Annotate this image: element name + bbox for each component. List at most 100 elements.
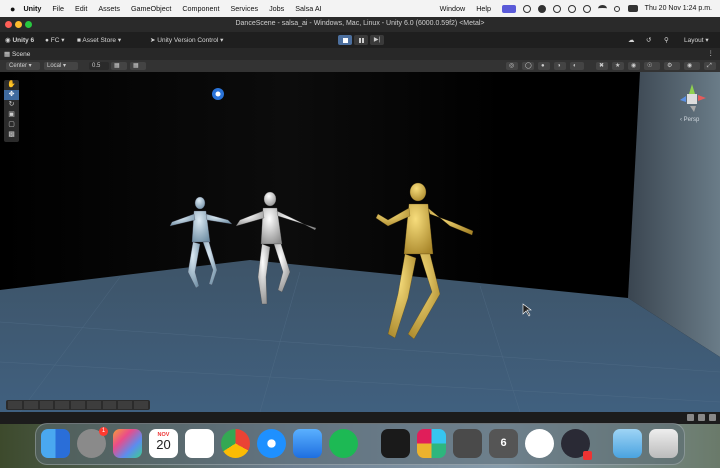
history-icon[interactable]: ↺	[646, 36, 651, 44]
hidden-objects-icon[interactable]: ◉	[628, 62, 640, 70]
overlay-tool-1-icon[interactable]	[8, 401, 22, 409]
rect-tool-icon[interactable]: ▢	[4, 120, 19, 130]
dock-slack-icon[interactable]	[417, 429, 446, 458]
dock-spotify-icon[interactable]	[329, 429, 358, 458]
scene-viewport[interactable]: ✋ ✥ ↻ ▣ ▢ ▩ ‹ Persp	[0, 72, 720, 412]
tab-scene[interactable]: ▦ Scene	[4, 50, 30, 58]
unity-main-toolbar: ◉ Unity 6 ● FC ▾ ■ Asset Store ▾ ➤ Unity…	[0, 32, 720, 48]
tab-menu-icon[interactable]: ⋮	[708, 49, 715, 57]
snap-value-field[interactable]: 0.5	[89, 62, 109, 70]
overlay-tool-7-icon[interactable]	[102, 401, 117, 409]
screen-share-icon[interactable]	[501, 4, 516, 13]
dock-obs-icon[interactable]	[561, 429, 592, 460]
overlay-tool-2-icon[interactable]	[23, 401, 38, 409]
scene-camera-icon[interactable]: ☉	[644, 62, 660, 70]
status-icon-1[interactable]	[687, 414, 694, 421]
toggle-2d-icon[interactable]: ◐	[570, 62, 584, 70]
user-account-dropdown[interactable]: ● FC ▾	[45, 36, 65, 44]
menu-help[interactable]: Help	[476, 4, 491, 13]
dock-system-settings-icon[interactable]: 1	[77, 427, 108, 458]
control-center-icon[interactable]	[627, 5, 638, 12]
search-icon[interactable]: ⚲	[664, 36, 669, 44]
rotate-tool-icon[interactable]: ↻	[4, 100, 19, 110]
menu-edit[interactable]: Edit	[75, 4, 87, 13]
record-icon[interactable]	[522, 4, 531, 13]
menubar-clock[interactable]: Thu 20 Nov 1:24 p.m.	[645, 5, 712, 12]
menu-salsa-ai[interactable]: Salsa AI	[295, 4, 321, 13]
dock-finder-icon[interactable]	[41, 429, 70, 458]
menu-file[interactable]: File	[52, 4, 64, 13]
apple-icon[interactable]: ●	[10, 4, 15, 14]
dock-chatgpt-icon[interactable]	[525, 429, 554, 458]
dock-mail-icon[interactable]	[293, 429, 322, 458]
dock-launchpad-icon[interactable]	[113, 429, 142, 458]
scale-tool-icon[interactable]: ▣	[4, 110, 19, 120]
search-icon[interactable]	[613, 5, 621, 13]
overlay-tool-5-icon[interactable]	[71, 401, 85, 409]
window-title: DanceScene - salsa_ai - Windows, Mac, Li…	[235, 20, 485, 27]
orientation-gizmo[interactable]	[672, 82, 712, 122]
pivot-mode-dropdown[interactable]: Center ▾	[6, 62, 40, 70]
draw-mode-icon[interactable]: ◎	[506, 62, 518, 70]
macos-menu-bar: ● Unity File Edit Assets GameObject Comp…	[0, 0, 720, 17]
dock-downloads-folder-icon[interactable]	[613, 429, 642, 458]
gizmos-dropdown[interactable]: ⚙	[664, 62, 680, 70]
menu-assets[interactable]: Assets	[98, 4, 120, 13]
user-icon: ●	[45, 37, 49, 44]
effects-toggle-icon[interactable]: ★	[612, 62, 624, 70]
move-tool-icon[interactable]: ✥	[4, 90, 19, 100]
dock-safari-icon[interactable]	[257, 429, 286, 458]
layout-dropdown[interactable]: Layout ▾	[684, 36, 709, 44]
dock-unity-6-icon[interactable]: 6	[489, 429, 518, 458]
dock-chrome-icon[interactable]	[221, 429, 250, 458]
lighting-toggle-icon[interactable]: ◑	[554, 62, 566, 70]
version-control-dropdown[interactable]: ➤ Unity Version Control ▾	[150, 36, 223, 44]
overlay-tool-8-icon[interactable]	[118, 401, 133, 409]
dock-trash-icon[interactable]	[649, 429, 678, 458]
menu-jobs[interactable]: Jobs	[269, 4, 284, 13]
window-title-bar: DanceScene - salsa_ai - Windows, Mac, Li…	[0, 17, 720, 32]
grid-snap-toggle[interactable]: ▦	[111, 62, 127, 70]
play-circle-icon[interactable]	[567, 4, 576, 13]
scene-overlay-toolbar	[6, 400, 150, 410]
play-button[interactable]	[338, 35, 352, 45]
render-mode-icon[interactable]: ◯	[522, 62, 534, 70]
menu-services[interactable]: Services	[231, 4, 259, 13]
menu-app-unity[interactable]: Unity	[23, 4, 41, 13]
dock-tab-bar: ▦ Scene ⋮	[0, 48, 720, 60]
dock-calendar-icon[interactable]: NOV 20	[149, 429, 178, 458]
pause-button[interactable]	[354, 35, 368, 45]
status-icon-3[interactable]	[709, 414, 716, 421]
overlay-tool-4-icon[interactable]	[55, 401, 70, 409]
dock-cursor-ai-icon[interactable]	[381, 429, 410, 458]
accessibility-icon[interactable]	[552, 4, 561, 13]
space-mode-dropdown[interactable]: Local ▾	[44, 62, 78, 70]
overlay-tool-6-icon[interactable]	[86, 401, 101, 409]
axis-gizmo-icon	[680, 84, 706, 112]
clock-icon[interactable]	[582, 4, 591, 13]
asset-store-dropdown[interactable]: ■ Asset Store ▾	[77, 36, 121, 44]
light-gizmo-core	[215, 91, 221, 97]
overlay-tool-9-icon[interactable]	[134, 401, 149, 409]
unity-account-button[interactable]: ◉ Unity 6	[5, 36, 34, 44]
projection-label[interactable]: ‹ Persp	[680, 117, 699, 123]
menu-window[interactable]: Window	[440, 4, 466, 13]
menu-gameobject[interactable]: GameObject	[131, 4, 171, 13]
wifi-icon[interactable]	[597, 5, 607, 12]
audio-toggle-icon[interactable]: ✖	[596, 62, 608, 70]
dock-reminders-icon[interactable]	[185, 429, 214, 458]
overlay-tool-3-icon[interactable]	[39, 401, 54, 409]
view-tool-hand-icon[interactable]: ✋	[4, 80, 19, 90]
status-icon-2[interactable]	[698, 414, 705, 421]
maximize-view-icon[interactable]: ⤢	[704, 62, 716, 70]
grid-visibility-toggle[interactable]: ▦	[130, 62, 146, 70]
transform-tool-icon[interactable]: ▩	[4, 130, 19, 140]
shading-mode-icon[interactable]: ●	[538, 62, 550, 70]
step-button[interactable]: ▶|	[370, 35, 384, 45]
macos-dock: 1 NOV 20 6	[35, 423, 685, 465]
menu-component[interactable]: Component	[182, 4, 219, 13]
view-options-icon[interactable]: ◉	[684, 62, 700, 70]
cloud-icon[interactable]: ☁	[628, 36, 635, 44]
chatgpt-icon[interactable]	[537, 4, 546, 13]
dock-unity-hub-icon[interactable]	[453, 429, 482, 458]
